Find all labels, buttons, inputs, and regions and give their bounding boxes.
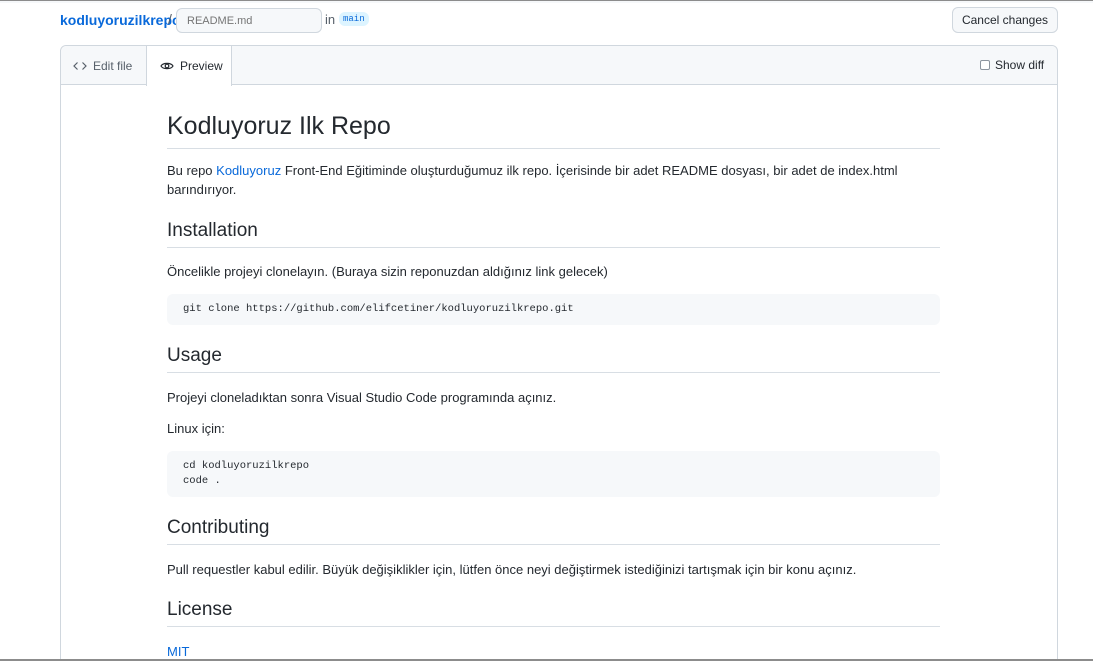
installation-text: Öncelikle projeyi clonelayın. (Buraya si… [167,264,608,279]
mit-license-link[interactable]: MIT [167,644,189,659]
intro-suffix-line1: Front-End Eğitiminde oluşturduğumuz ilk … [281,163,898,178]
linux-text: Linux için: [167,421,225,436]
usage-code-line2: code . [183,475,221,487]
tab-edit-file[interactable]: Edit file [73,46,132,85]
tab-preview-label: Preview [180,59,223,73]
usage-code-block: cd kodluyoruzilkrepo code . [167,451,940,497]
usage-code-line1: cd kodluyoruzilkrepo [183,460,310,472]
contributing-heading: Contributing [167,515,940,545]
intro-prefix: Bu repo [167,163,217,178]
filename-input[interactable] [176,8,322,33]
editor-tabbar: Edit file Preview Show diff [61,46,1057,86]
installation-code-block: git clone https://github.com/elifcetiner… [167,294,940,325]
intro-paragraph: Bu repo Kodluyoruz Front-End Eğitiminde … [167,161,940,199]
show-diff-toggle[interactable]: Show diff [980,58,1044,72]
eye-icon [160,60,174,72]
tab-preview[interactable]: Preview [146,46,232,86]
kodluyoruz-link[interactable]: Kodluyoruz [216,163,281,178]
installation-heading: Installation [167,218,940,248]
usage-heading: Usage [167,343,940,373]
file-header: kodluyoruzilkrepo / in main Cancel chang… [60,7,1058,34]
path-separator: / [168,11,172,27]
tab-edit-file-label: Edit file [93,58,133,73]
contributing-text: Pull requestler kabul edilir. Büyük deği… [167,562,857,577]
branch-tag[interactable]: main [339,12,369,26]
intro-suffix-line2: barındırıyor. [167,182,237,197]
in-label: in [325,12,336,27]
license-heading: License [167,597,940,627]
show-diff-label: Show diff [995,58,1045,72]
usage-text: Projeyi cloneladıktan sonra Visual Studi… [167,390,557,405]
editor-box: Edit file Preview Show diff Kodluyoruz I… [60,45,1058,661]
code-icon [73,60,87,72]
show-diff-checkbox[interactable] [980,60,990,70]
readme-title: Kodluyoruz Ilk Repo [167,108,940,149]
cancel-changes-button[interactable]: Cancel changes [952,7,1058,33]
repo-link[interactable]: kodluyoruzilkrepo [60,12,181,28]
window-top-border [0,0,1093,3]
